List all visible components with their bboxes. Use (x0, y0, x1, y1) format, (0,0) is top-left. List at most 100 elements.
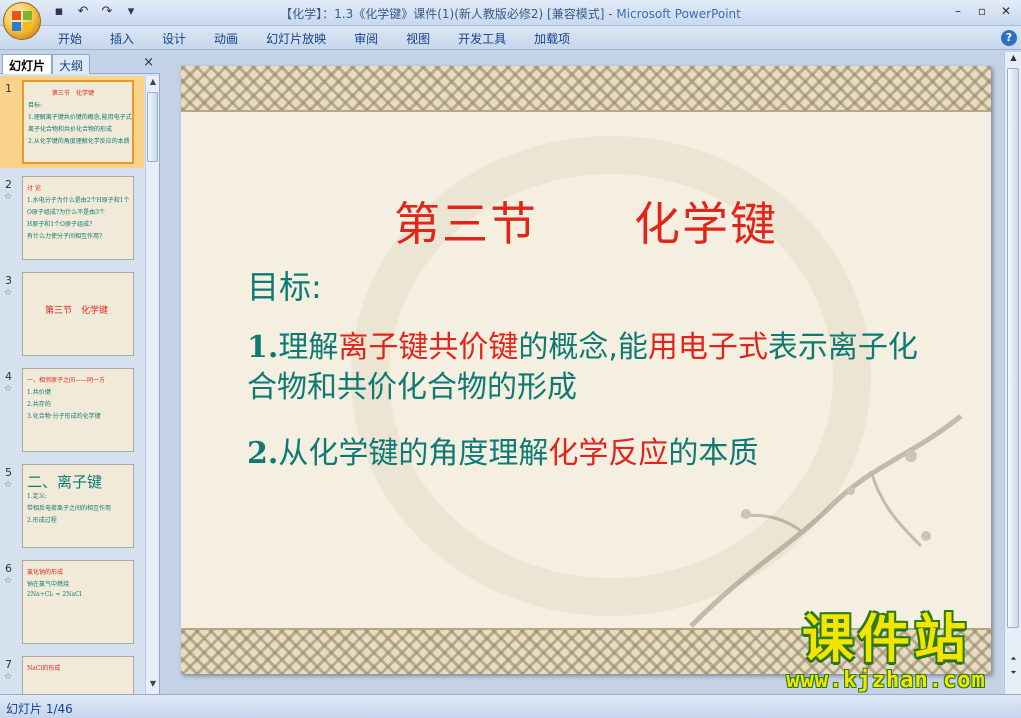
ribbon-tabs: 开始 插入 设计 动画 幻灯片放映 审阅 视图 开发工具 加载项 ? (0, 26, 1021, 50)
thumbnail-text: 离子化合物和共价化合物的形成 (28, 126, 113, 133)
site-watermark-logo: 课件站 www.kjzhan.com (766, 612, 1006, 693)
slide-number: 3 (5, 274, 12, 287)
ribbon-tab[interactable]: 视图 (406, 30, 430, 47)
slide-title[interactable]: 第三节 化学键 (181, 188, 991, 254)
thumbnail-text: 1.理解离子键共价键的概念,能用电子式表示 (28, 114, 134, 121)
slide-number: 1 (5, 82, 12, 95)
plum-branch-decoration (689, 414, 963, 628)
scroll-up-icon[interactable]: ▲ (147, 77, 159, 91)
tab-slides[interactable]: 幻灯片 (2, 54, 53, 74)
slide-number: 2 (5, 178, 12, 191)
thumbnail-text: 二、离子键 (27, 473, 103, 491)
slide-thumbnail[interactable]: 讨 论 1.水电分子为什么是由2个H原子和1个 O原子组成?为什么不是由3个 H原子和… (22, 176, 134, 260)
slide-thumbnail[interactable]: 氯化钠的形成 钠在氯气中燃烧 2Na+Cl₂ = 2NaCl (22, 560, 134, 644)
objective-number: 1. (247, 330, 279, 365)
objective-2[interactable]: 2.从化学键的角度理解化学反应的本质 (247, 434, 947, 474)
next-slide-icon[interactable]: ⏷ (1007, 668, 1020, 678)
slide-thumbnail-row[interactable]: 2 ☆ 讨 论 1.水电分子为什么是由2个H原子和1个 O原子组成?为什么不是由3个 H原… (0, 172, 144, 264)
minimize-icon[interactable]: – (947, 2, 969, 20)
scroll-thumb[interactable] (147, 92, 158, 162)
objective-text: 理解 (278, 330, 339, 365)
ribbon-tab[interactable]: 审阅 (354, 30, 378, 47)
thumbnail-text: 带相反电荷离子之间的相互作用 (27, 505, 112, 512)
animation-icon: ☆ (4, 288, 13, 298)
scroll-thumb[interactable] (1007, 68, 1019, 628)
highlight-text: 离子键共价键 (338, 330, 519, 365)
site-name: 课件站 (801, 610, 970, 670)
thumbnail-text: 2Na+Cl₂ = 2NaCl (27, 591, 82, 598)
slide-thumbnail-row[interactable]: 7 ☆ NaCl的形成 (0, 652, 144, 694)
thumbnail-text: NaCl的形成 (27, 665, 61, 672)
ribbon-tab[interactable]: 动画 (214, 30, 238, 47)
objective-text: 的概念,能 (518, 330, 648, 365)
animation-icon: ☆ (4, 480, 13, 490)
thumbnail-text: 2.从化学键的角度理解化学反应的本质 (28, 138, 130, 145)
slide-thumbnail-row[interactable]: 5 ☆ 二、离子键 1.定义: 带相反电荷离子之间的相互作用 2.形成过程 (0, 460, 144, 552)
close-pane-icon[interactable]: × (143, 55, 154, 70)
thumbnail-text: 2.形成过程 (27, 517, 57, 524)
slide-indicator: 幻灯片 1/46 (6, 702, 73, 716)
maximize-icon[interactable]: ▫ (971, 2, 993, 20)
thumbnail-text: 氯化钠的形成 (27, 569, 64, 576)
prev-slide-icon[interactable]: ⏶ (1007, 654, 1020, 664)
thumbnail-text: 2.共存的 (27, 401, 51, 408)
scroll-down-icon[interactable]: ▼ (147, 679, 159, 693)
slide-thumbnail-row[interactable]: 4 ☆ 一、相邻原子之间——同一方 1.共价键 2.共存的 3.化合物·分子形成的化学键 (0, 364, 144, 456)
ribbon-tab[interactable]: 幻灯片放映 (266, 30, 326, 47)
ribbon-tab[interactable]: 插入 (110, 30, 134, 47)
slide-top-border (181, 66, 991, 112)
thumbnail-text: 1.共价键 (27, 389, 51, 396)
thumbnail-text: 钠在氯气中燃烧 (27, 581, 70, 588)
objective-number: 2. (247, 436, 279, 471)
ribbon-tab[interactable]: 开始 (58, 30, 82, 47)
slide-number: 4 (5, 370, 12, 383)
current-slide[interactable]: 第三节 化学键 目标: 1.理解离子键共价键的概念,能用电子式表示离子化合物和共… (181, 66, 991, 674)
slide-thumbnail[interactable]: NaCl的形成 (22, 656, 134, 694)
thumbnail-text: 一、相邻原子之间——同一方 (27, 377, 106, 384)
objective-text: 的本质 (668, 436, 759, 471)
office-logo-icon (12, 11, 32, 31)
thumbnail-text: 有什么力使分子间相互作用? (27, 233, 103, 240)
slide-thumbnail[interactable]: 第三节 化学键 (22, 272, 134, 356)
slide-editing-area: 第三节 化学键 目标: 1.理解离子键共价键的概念,能用电子式表示离子化合物和共… (161, 52, 1003, 694)
window-title: 【化学】：1.3《化学键》课件(1)(新人教版必修2) [兼容模式] - Mic… (0, 5, 1021, 22)
thumbnail-text: 1.水电分子为什么是由2个H原子和1个 (27, 197, 130, 204)
help-icon[interactable]: ? (1001, 30, 1017, 46)
close-icon[interactable]: ✕ (995, 2, 1017, 20)
thumbnail-scrollbar[interactable]: ▲ ▼ (145, 76, 159, 694)
thumbnail-text: 第三节 化学键 (45, 306, 109, 316)
thumbnail-text: H原子和1个O原子组成? (27, 221, 93, 228)
thumbnail-text: O原子组成?为什么不是由3个 (27, 209, 105, 216)
animation-icon: ☆ (4, 384, 13, 394)
animation-icon: ☆ (4, 192, 13, 202)
scroll-up-icon[interactable]: ▲ (1007, 53, 1020, 62)
slide-thumbnail-row[interactable]: 3 ☆ 第三节 化学键 (0, 268, 144, 360)
tab-outline[interactable]: 大纲 (52, 54, 91, 74)
slide-scrollbar[interactable]: ▲ ⏶ ⏷ (1004, 52, 1021, 694)
app-name: Microsoft PowerPoint (616, 7, 741, 21)
ribbon-tab[interactable]: 设计 (162, 30, 186, 47)
slides-pane: 幻灯片 大纲 × 1 第三节 化学键 目标: 1.理解离子键共价键的概念,能用电子式表… (0, 52, 160, 694)
slide-number: 7 (5, 658, 12, 671)
slide-thumbnail[interactable]: 一、相邻原子之间——同一方 1.共价键 2.共存的 3.化合物·分子形成的化学键 (22, 368, 134, 452)
objective-1[interactable]: 1.理解离子键共价键的概念,能用电子式表示离子化合物和共价化合物的形成 (247, 328, 947, 408)
slide-thumbnail-row[interactable]: 6 ☆ 氯化钠的形成 钠在氯气中燃烧 2Na+Cl₂ = 2NaCl (0, 556, 144, 648)
thumbnail-text: 3.化合物·分子形成的化学键 (27, 413, 101, 420)
slide-thumbnail[interactable]: 二、离子键 1.定义: 带相反电荷离子之间的相互作用 2.形成过程 (22, 464, 134, 548)
office-button[interactable] (3, 2, 41, 40)
thumbnail-text: 第三节 化学键 (52, 90, 95, 97)
ribbon-tab[interactable]: 加载项 (534, 30, 570, 47)
window-controls: – ▫ ✕ (947, 2, 1017, 20)
goal-heading[interactable]: 目标: (247, 262, 322, 308)
slide-number: 6 (5, 562, 12, 575)
title-bar: ▪ ↶ ↷ ▾ 【化学】：1.3《化学键》课件(1)(新人教版必修2) [兼容模… (0, 0, 1021, 40)
slide-number: 5 (5, 466, 12, 479)
ribbon-tab[interactable]: 开发工具 (458, 30, 506, 47)
animation-icon: ☆ (4, 672, 13, 682)
slide-thumbnail-row[interactable]: 1 第三节 化学键 目标: 1.理解离子键共价键的概念,能用电子式表示 离子化合物和共价… (0, 76, 144, 168)
thumbnail-list: 1 第三节 化学键 目标: 1.理解离子键共价键的概念,能用电子式表示 离子化合物和共价… (0, 76, 144, 694)
pane-tabs: 幻灯片 大纲 × (0, 52, 160, 74)
document-title: 【化学】：1.3《化学键》课件(1)(新人教版必修2) [兼容模式] - (280, 7, 617, 21)
highlight-text: 反应 (608, 436, 669, 471)
slide-thumbnail[interactable]: 第三节 化学键 目标: 1.理解离子键共价键的概念,能用电子式表示 离子化合物和共价化… (22, 80, 134, 164)
